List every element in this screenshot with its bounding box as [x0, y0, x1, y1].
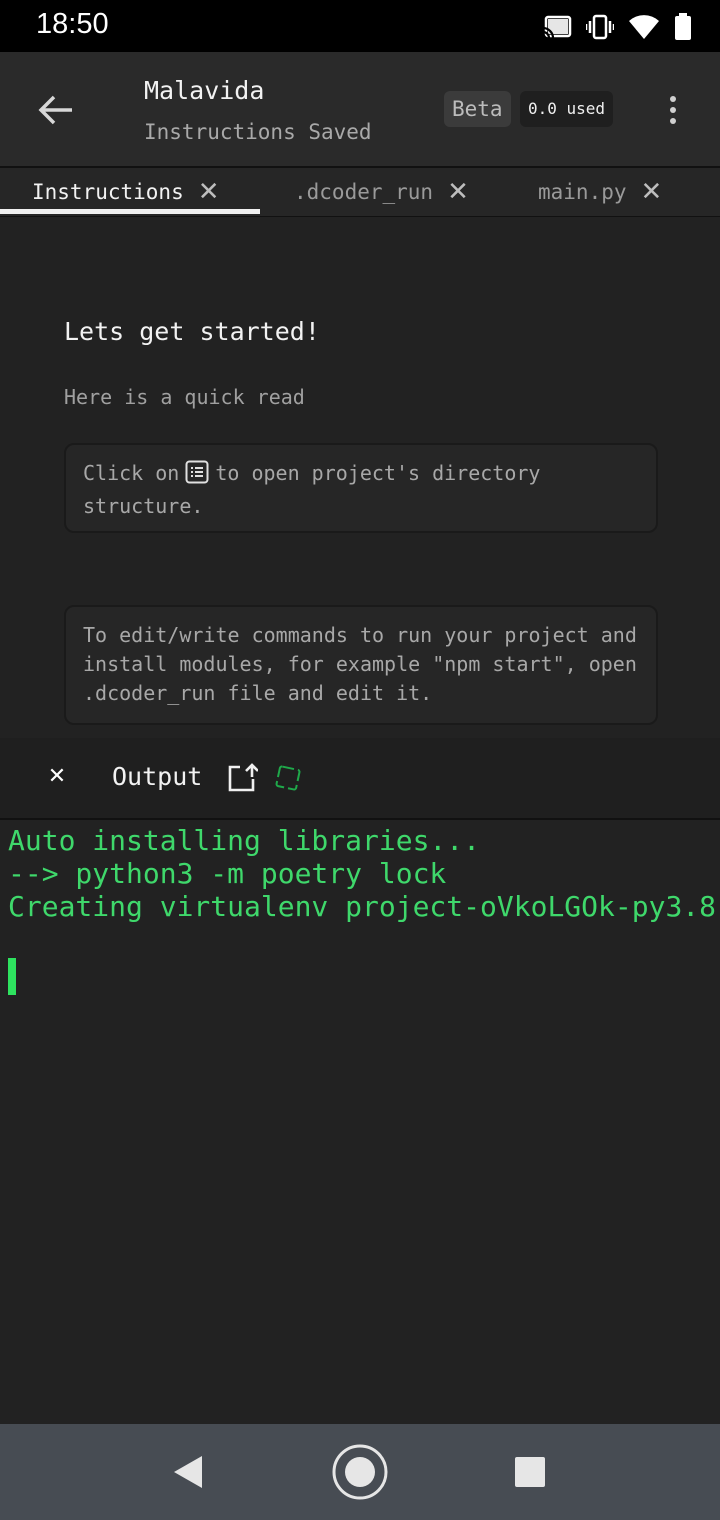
active-tab-indicator [0, 209, 260, 214]
back-nav-icon [174, 1456, 202, 1488]
tab-dcoder-run[interactable]: .dcoder_run ✕ [294, 168, 469, 216]
home-nav-icon [332, 1444, 388, 1500]
recents-nav-icon [515, 1457, 545, 1487]
cast-icon [542, 15, 572, 39]
terminal-cursor [8, 958, 16, 995]
nav-back-button[interactable] [158, 1442, 218, 1502]
close-output-button[interactable]: ✕ [44, 762, 70, 792]
loading-spinner-icon [274, 764, 302, 796]
terminal-line: Creating virtualenv project-oVkoLGOk-py3… [8, 890, 717, 923]
nav-home-button[interactable] [330, 1442, 390, 1502]
card-text-before: Click on [83, 461, 180, 485]
card-text: To edit/write commands to run your proje… [83, 623, 637, 705]
close-icon[interactable]: ✕ [198, 179, 220, 205]
nav-recents-button[interactable] [500, 1442, 560, 1502]
wifi-icon [629, 15, 659, 39]
project-title: Malavida [144, 76, 265, 105]
share-output-icon[interactable] [226, 762, 259, 798]
instructions-subheading: Here is a quick read [64, 385, 305, 409]
more-options-button[interactable] [656, 90, 690, 130]
instruction-card-directory: Click on to open project's directory str… [64, 443, 658, 533]
instruction-card-run-commands: To edit/write commands to run your proje… [64, 605, 658, 725]
beta-badge: Beta [444, 91, 511, 127]
instructions-panel: Lets get started! Here is a quick read C… [0, 217, 720, 738]
close-icon[interactable]: ✕ [641, 179, 663, 205]
tab-label: .dcoder_run [294, 180, 434, 204]
directory-list-icon [185, 460, 209, 492]
terminal-line: --> python3 -m poetry lock [8, 857, 447, 890]
status-bar: 18:50 [0, 0, 720, 52]
vibrate-icon [586, 14, 614, 40]
status-icons [542, 12, 692, 42]
status-time: 18:50 [36, 8, 109, 40]
output-label: Output [112, 762, 203, 791]
back-button[interactable] [30, 84, 82, 136]
close-icon[interactable]: ✕ [447, 179, 469, 205]
instructions-heading: Lets get started! [64, 317, 320, 346]
tab-main-py[interactable]: main.py ✕ [538, 168, 662, 216]
usage-badge: 0.0 used [520, 91, 614, 127]
terminal-output[interactable]: Auto installing libraries... --> python3… [0, 820, 720, 1424]
arrow-left-icon [38, 95, 72, 125]
terminal-line: Auto installing libraries... [8, 824, 481, 857]
more-vert-icon [670, 96, 676, 102]
system-nav-bar [0, 1424, 720, 1520]
output-header: ✕ Output [0, 738, 720, 820]
tab-label: Instructions [32, 180, 184, 204]
tab-label: main.py [538, 180, 627, 204]
save-status: Instructions Saved [144, 120, 372, 144]
app-bar: Malavida Instructions Saved Beta 0.0 use… [0, 52, 720, 168]
battery-icon [675, 13, 691, 40]
